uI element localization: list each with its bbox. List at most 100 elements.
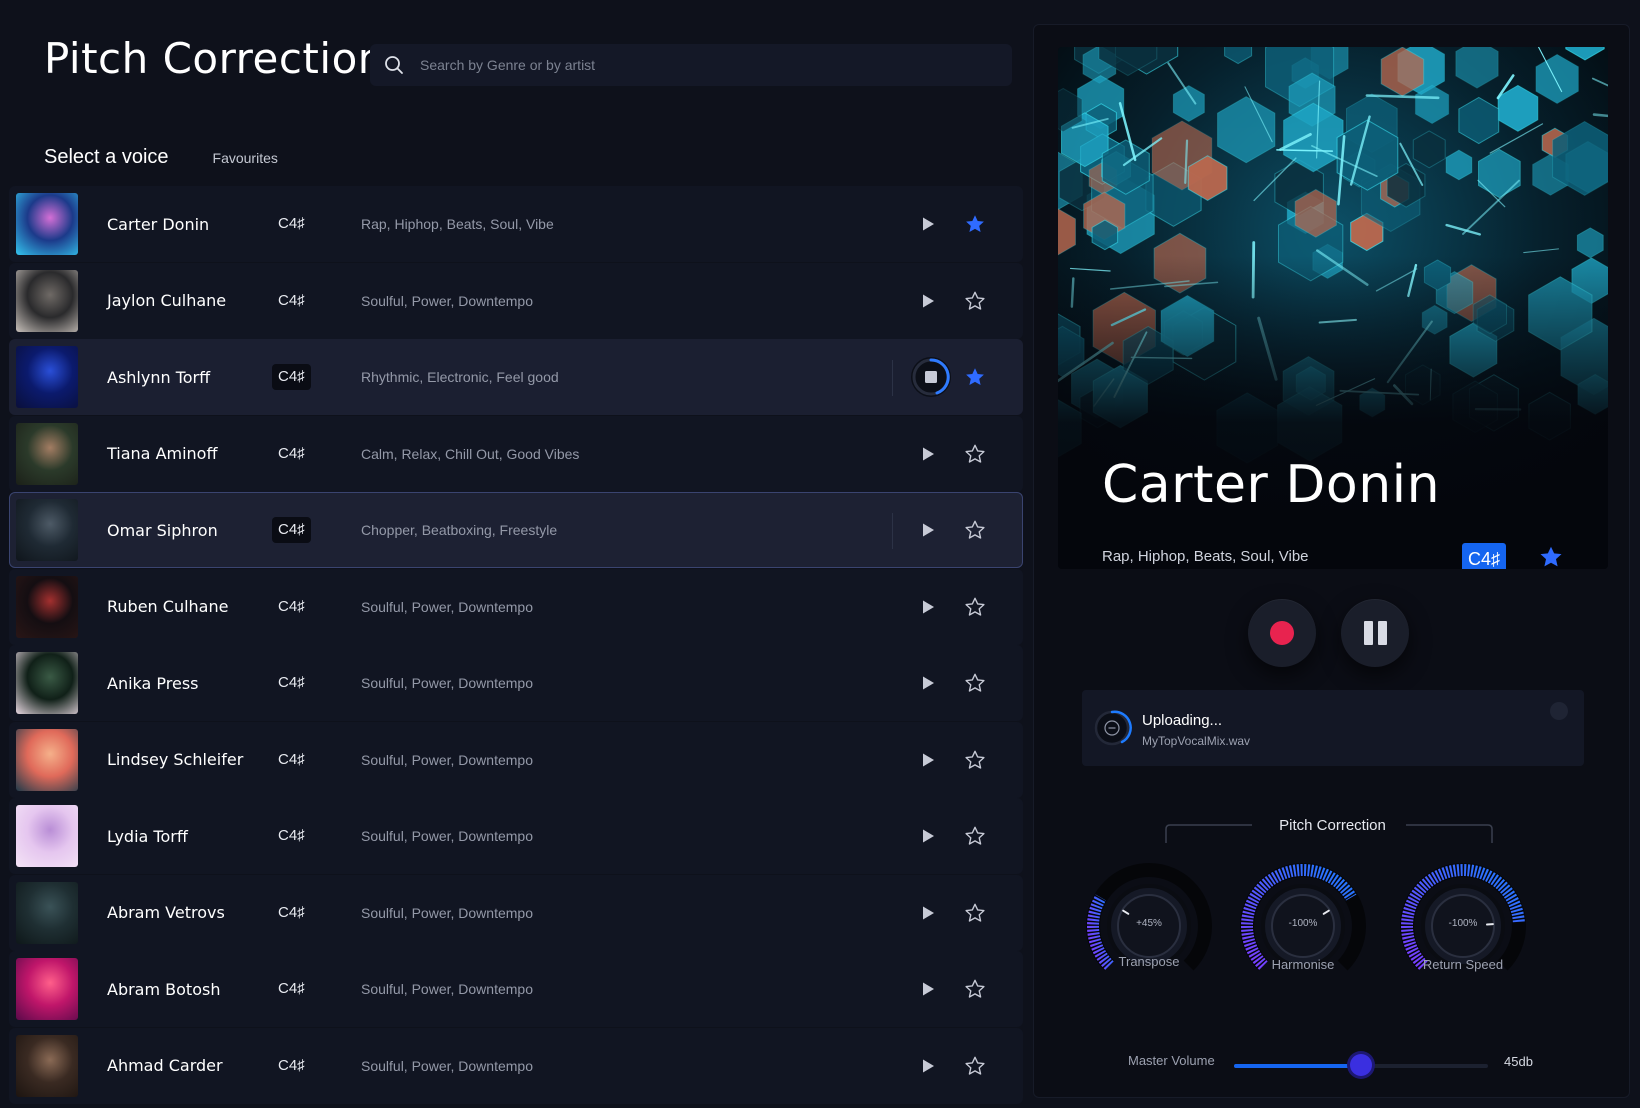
favourite-button[interactable]: [960, 439, 990, 469]
knob-transpose[interactable]: +45%: [1084, 861, 1214, 991]
search-input[interactable]: [420, 57, 980, 73]
pitch-correction-title: Pitch Correction: [1279, 817, 1386, 834]
knob-value: -100%: [1448, 918, 1478, 929]
cover-art: Carter Donin Rap, Hiphop, Beats, Soul, V…: [1058, 47, 1608, 569]
search-icon: [382, 53, 406, 77]
list-item[interactable]: Ruben Culhane C4♯ Soulful, Power, Downtemp…: [9, 568, 1023, 645]
upload-spinner-icon: [1094, 710, 1132, 746]
upload-cancel-button[interactable]: [1550, 702, 1568, 720]
voice-tags: Soulful, Power, Downtempo: [361, 981, 533, 997]
play-button[interactable]: [910, 283, 946, 319]
voice-tags: Soulful, Power, Downtempo: [361, 292, 533, 309]
play-button[interactable]: [910, 665, 946, 701]
play-button[interactable]: [910, 742, 946, 778]
list-item[interactable]: Omar Siphron C4♯ Chopper, Beatboxing, Free…: [9, 492, 1023, 568]
favourite-button[interactable]: [960, 515, 990, 545]
voice-key: C4♯: [278, 674, 305, 691]
list-item[interactable]: Tiana Aminoff C4♯ Calm, Relax, Chill Out, …: [9, 415, 1023, 492]
play-button[interactable]: [910, 895, 946, 931]
favourite-button[interactable]: [960, 745, 990, 775]
play-button[interactable]: [910, 1048, 946, 1084]
play-button[interactable]: [910, 971, 946, 1007]
voice-name: Jaylon Culhane: [107, 291, 227, 310]
favourite-button[interactable]: [960, 286, 990, 316]
list-item[interactable]: Carter Donin C4♯ Rap, Hiphop, Beats, Soul,…: [9, 186, 1023, 262]
voice-name: Ashlynn Torff: [107, 367, 211, 387]
knob-value: +45%: [1136, 918, 1162, 929]
list-item[interactable]: Ahmad Carder C4♯ Soulful, Power, Downtempo: [9, 1027, 1023, 1104]
play-button[interactable]: [910, 206, 946, 242]
star-outline-icon: [965, 979, 985, 998]
voice-key: C4♯: [278, 444, 305, 462]
play-button[interactable]: [910, 589, 946, 625]
voice-name: Omar Siphron: [107, 520, 218, 540]
search-bar[interactable]: [370, 44, 1012, 86]
voice-name: Ruben Culhane: [107, 597, 229, 616]
favourite-button[interactable]: [960, 1051, 990, 1081]
voice-thumbnail: [16, 1034, 78, 1097]
pause-icon: [1363, 621, 1387, 645]
voice-key: C4♯: [278, 980, 305, 997]
voice-thumbnail: [16, 499, 78, 561]
voice-name: Tiana Aminoff: [107, 444, 218, 463]
voice-key: C4♯: [278, 215, 305, 232]
voice-key: C4♯: [272, 364, 311, 390]
list-item[interactable]: Ashlynn Torff C4♯ Rhythmic, Electronic, Fe…: [9, 339, 1023, 415]
pause-button[interactable]: [1341, 599, 1409, 667]
list-item[interactable]: Lindsey Schleifer C4♯ Soulful, Power, Down…: [9, 721, 1023, 798]
upload-filename: MyTopVocalMix.wav: [1142, 734, 1251, 748]
play-icon: [923, 982, 934, 996]
voice-thumbnail: [16, 881, 78, 944]
voice-thumbnail: [16, 269, 78, 332]
favourite-button[interactable]: [960, 668, 990, 698]
now-playing-favourite-button[interactable]: [1538, 544, 1570, 569]
voice-tags: Soulful, Power, Downtempo: [361, 675, 533, 691]
record-button[interactable]: [1248, 599, 1316, 667]
favourite-button[interactable]: [960, 362, 990, 392]
master-volume-slider[interactable]: [1234, 1054, 1488, 1076]
play-button[interactable]: [910, 512, 946, 548]
play-icon: [923, 1059, 934, 1072]
voice-key: C4♯: [272, 517, 311, 543]
voice-key: C4♯: [278, 291, 305, 309]
list-header: Select a voice Favourites: [44, 146, 278, 169]
star-outline-icon: [965, 903, 985, 922]
favourite-button[interactable]: [960, 592, 990, 622]
star-filled-icon: [966, 368, 984, 385]
favourite-button[interactable]: [960, 974, 990, 1004]
favourite-button[interactable]: [960, 898, 990, 928]
knob-label: Return Speed: [1422, 957, 1504, 972]
now-playing-tags: Rap, Hiphop, Beats, Soul, Vibe: [1102, 548, 1309, 565]
voice-name: Abram Botosh: [107, 979, 221, 999]
section-title: Select a voice: [44, 146, 169, 168]
favourite-button[interactable]: [960, 821, 990, 851]
voice-tags: Soulful, Power, Downtempo: [361, 598, 533, 615]
master-volume-fill: [1234, 1064, 1361, 1068]
knob-label: Harmonise: [1271, 957, 1335, 972]
play-icon: [923, 600, 934, 613]
play-button[interactable]: [910, 818, 946, 854]
star-filled-icon: [966, 215, 984, 232]
list-item[interactable]: Abram Vetrovs C4♯ Soulful, Power, Downtemp…: [9, 874, 1023, 951]
tab-favourites[interactable]: Favourites: [213, 150, 278, 166]
list-item[interactable]: Abram Botosh C4♯ Soulful, Power, Downtempo: [9, 951, 1023, 1027]
play-icon: [923, 294, 934, 307]
knob-label: Transpose: [1118, 954, 1180, 969]
stop-button[interactable]: [911, 357, 951, 397]
voice-thumbnail: [16, 805, 78, 867]
list-item[interactable]: Jaylon Culhane C4♯ Soulful, Power, Downtem…: [9, 262, 1023, 339]
voice-tags: Soulful, Power, Downtempo: [361, 828, 533, 844]
voice-tags: Rhythmic, Electronic, Feel good: [361, 369, 559, 385]
play-icon: [923, 676, 934, 690]
master-volume-thumb[interactable]: [1350, 1054, 1372, 1076]
play-button[interactable]: [910, 436, 946, 472]
play-icon: [923, 217, 934, 231]
play-icon: [923, 829, 934, 843]
knob-value: -100%: [1288, 918, 1318, 929]
voice-tags: Soulful, Power, Downtempo: [361, 1057, 533, 1074]
favourite-button[interactable]: [960, 209, 990, 239]
row-divider: [892, 360, 893, 396]
list-item[interactable]: Anika Press C4♯ Soulful, Power, Downtempo: [9, 645, 1023, 721]
list-item[interactable]: Lydia Torff C4♯ Soulful, Power, Downtempo: [9, 798, 1023, 874]
voice-name: Anika Press: [107, 673, 199, 693]
